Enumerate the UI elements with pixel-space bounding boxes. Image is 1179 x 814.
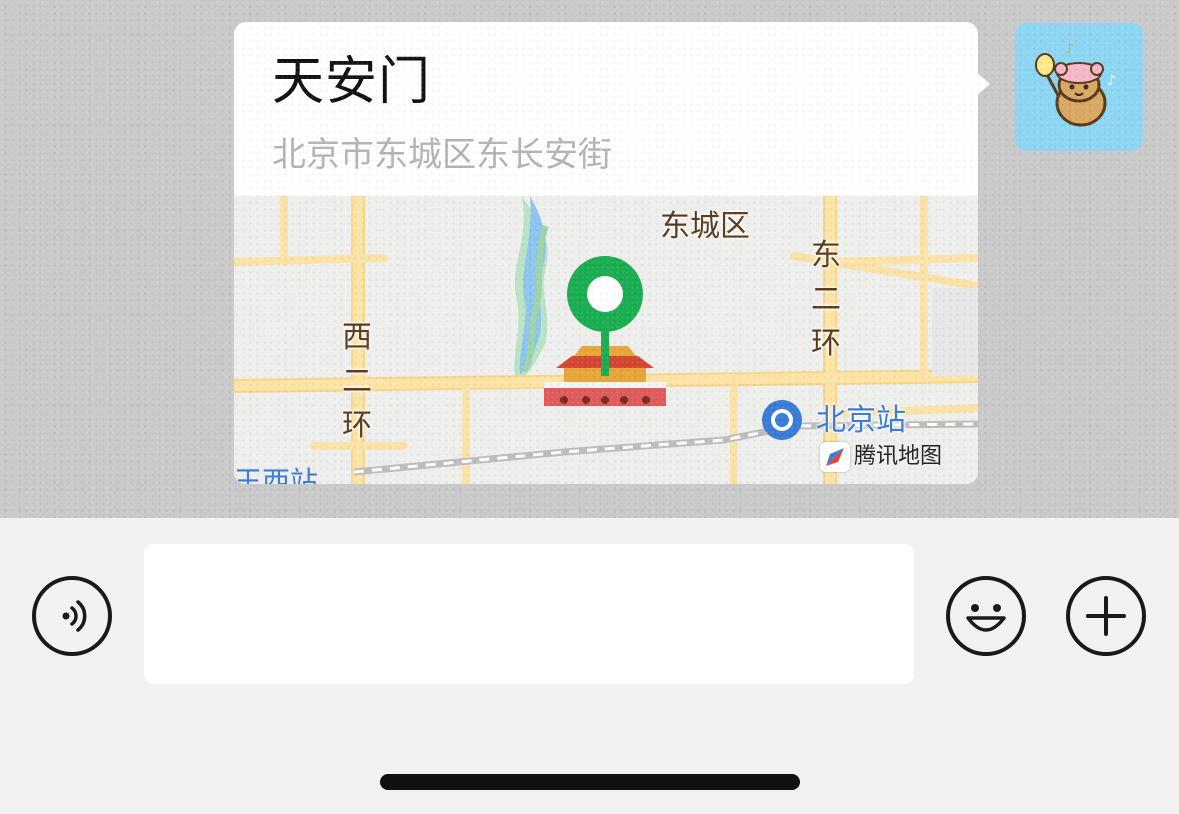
tencent-map-logo-icon: [820, 442, 850, 472]
avatar[interactable]: ♪ ♪: [1015, 23, 1143, 151]
map-district-label: 东城区: [660, 209, 750, 244]
map-brand-label: 腾讯地图: [854, 444, 943, 469]
svg-text:♪: ♪: [1107, 73, 1116, 89]
input-toolbar: [0, 518, 1179, 814]
message-input[interactable]: [144, 544, 914, 684]
station-icon: [762, 400, 802, 440]
map-west-ring-label: 西二环: [342, 320, 372, 443]
map-cut-label: 王西站: [234, 465, 319, 485]
map-station-label: 北京站: [816, 403, 906, 438]
avatar-image: ♪ ♪: [1015, 23, 1143, 151]
plus-button[interactable]: [1066, 576, 1146, 656]
plus-icon: [1086, 596, 1126, 636]
map-brand: 腾讯地图: [820, 442, 942, 472]
location-title: 天安门: [272, 52, 432, 112]
location-address: 北京市东城区东长安街: [272, 135, 612, 175]
bubble-tail: [976, 72, 990, 96]
home-indicator: [380, 774, 800, 790]
chat-area: 天安门 北京市东城区东长安街 东城区 东二环 西二环 北京站 王西站 腾讯地图 …: [0, 0, 1179, 518]
map-preview[interactable]: 东城区 东二环 西二环 北京站 王西站 腾讯地图: [234, 196, 978, 484]
emoji-icon: [966, 604, 1006, 632]
location-message-bubble[interactable]: 天安门 北京市东城区东长安街 东城区 东二环 西二环 北京站 王西站 腾讯地图: [234, 22, 978, 484]
map-east-ring-label: 东二环: [811, 238, 841, 361]
voice-button[interactable]: [32, 576, 112, 656]
emoji-button[interactable]: [946, 576, 1026, 656]
svg-text:♪: ♪: [1065, 41, 1074, 57]
voice-icon: [62, 600, 87, 632]
